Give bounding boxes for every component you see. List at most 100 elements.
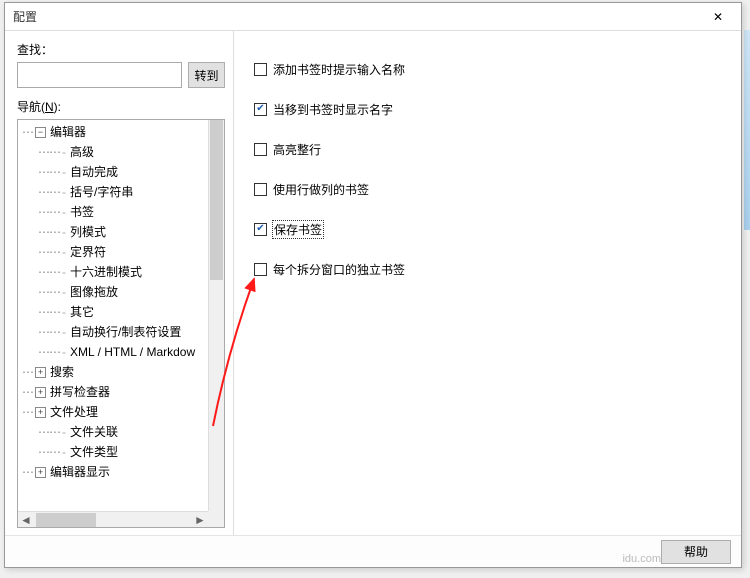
expand-icon[interactable]: + xyxy=(35,387,46,398)
option-o4[interactable]: 保存书签 xyxy=(254,219,721,239)
nav-label-prefix: 导航( xyxy=(17,100,45,114)
tree-item-label: 其它 xyxy=(70,302,94,322)
search-input[interactable] xyxy=(17,62,182,88)
nav-label-key: N xyxy=(45,100,54,114)
tree-guide: ⋯ xyxy=(22,122,33,142)
tree-item[interactable]: ⋯⋯-自动换行/制表符设置 xyxy=(18,322,208,342)
tree-item-label: 编辑器 xyxy=(50,122,86,142)
tree-guide: ⋯ xyxy=(22,462,33,482)
tree-item[interactable]: ⋯⋯-括号/字符串 xyxy=(18,182,208,202)
tree-item[interactable]: ⋯⋯-图像拖放 xyxy=(18,282,208,302)
tree-guide: ⋯⋯ xyxy=(38,242,60,262)
vertical-scroll-thumb[interactable] xyxy=(210,120,223,280)
tree-guide: ⋯⋯ xyxy=(38,162,60,182)
tree-guide: ⋯⋯ xyxy=(38,322,60,342)
tree-item[interactable]: ⋯⋯-书签 xyxy=(18,202,208,222)
tree-item[interactable]: ⋯+ 拼写检查器 xyxy=(18,382,208,402)
expand-icon[interactable]: + xyxy=(35,367,46,378)
scroll-left-icon[interactable]: ◄ xyxy=(18,513,34,527)
tree-item[interactable]: ⋯⋯-十六进制模式 xyxy=(18,262,208,282)
tree-item[interactable]: ⋯+ 搜索 xyxy=(18,362,208,382)
tree-item-label: 文件处理 xyxy=(50,402,98,422)
nav-tree[interactable]: ⋯−编辑器⋯⋯-高级⋯⋯-自动完成⋯⋯-括号/字符串⋯⋯-书签⋯⋯-列模式⋯⋯-… xyxy=(18,120,208,511)
right-panel: 添加书签时提示输入名称当移到书签时显示名字高亮整行使用行做列的书签保存书签每个拆… xyxy=(233,31,741,536)
go-button[interactable]: 转到 xyxy=(188,62,225,88)
horizontal-scrollbar[interactable]: ◄ ► xyxy=(18,511,208,527)
collapse-icon[interactable]: − xyxy=(35,127,46,138)
horizontal-scroll-thumb[interactable] xyxy=(36,513,96,527)
scroll-right-icon[interactable]: ► xyxy=(192,513,208,527)
checkbox[interactable] xyxy=(254,223,267,236)
tree-item[interactable]: ⋯⋯-定界符 xyxy=(18,242,208,262)
tree-guide: ⋯ xyxy=(22,362,33,382)
tree-guide: ⋯ xyxy=(22,402,33,422)
option-o3[interactable]: 使用行做列的书签 xyxy=(254,179,721,199)
nav-label: 导航(N): xyxy=(17,98,225,115)
expand-icon[interactable]: + xyxy=(35,407,46,418)
dialog-body: 查找： 转到 导航(N): ⋯−编辑器⋯⋯-高级⋯⋯-自动完成⋯⋯-括号/字符串… xyxy=(5,31,741,536)
scroll-corner xyxy=(208,511,224,527)
vertical-scrollbar[interactable] xyxy=(208,120,224,511)
expand-icon[interactable]: + xyxy=(35,467,46,478)
tree-item-label: 括号/字符串 xyxy=(70,182,133,202)
left-panel: 查找： 转到 导航(N): ⋯−编辑器⋯⋯-高级⋯⋯-自动完成⋯⋯-括号/字符串… xyxy=(5,31,233,536)
tree-guide: ⋯⋯ xyxy=(38,202,60,222)
watermark-text: idu.com xyxy=(622,553,661,565)
option-label: 使用行做列的书签 xyxy=(273,181,369,198)
checkbox[interactable] xyxy=(254,63,267,76)
checkbox[interactable] xyxy=(254,103,267,116)
tree-item[interactable]: ⋯⋯-文件类型 xyxy=(18,442,208,462)
find-label: 查找： xyxy=(17,41,225,58)
tree-item-label: 列模式 xyxy=(70,222,106,242)
window-title: 配置 xyxy=(13,8,37,25)
tree-item[interactable]: ⋯⋯-自动完成 xyxy=(18,162,208,182)
close-button[interactable]: ✕ xyxy=(697,4,739,30)
tree-leaf-icon: - xyxy=(62,242,66,262)
titlebar: 配置 ✕ xyxy=(5,3,741,31)
option-label: 添加书签时提示输入名称 xyxy=(273,61,405,78)
tree-leaf-icon: - xyxy=(62,322,66,342)
tree-item[interactable]: ⋯⋯-高级 xyxy=(18,142,208,162)
tree-leaf-icon: - xyxy=(62,162,66,182)
tree-item[interactable]: ⋯⋯-列模式 xyxy=(18,222,208,242)
tree-leaf-icon: - xyxy=(62,442,66,462)
option-o1[interactable]: 当移到书签时显示名字 xyxy=(254,99,721,119)
tree-item[interactable]: ⋯⋯-其它 xyxy=(18,302,208,322)
tree-item-label: 书签 xyxy=(70,202,94,222)
find-row: 转到 xyxy=(17,62,225,88)
tree-item[interactable]: ⋯+ 编辑器显示 xyxy=(18,462,208,482)
tree-item-label: 编辑器显示 xyxy=(50,462,110,482)
tree-leaf-icon: - xyxy=(62,422,66,442)
tree-item-label: 拼写检查器 xyxy=(50,382,110,402)
tree-leaf-icon: - xyxy=(62,302,66,322)
tree-item[interactable]: ⋯⋯-XML / HTML / Markdow xyxy=(18,342,208,362)
checkbox[interactable] xyxy=(254,183,267,196)
option-label: 保存书签 xyxy=(273,221,323,238)
options-list: 添加书签时提示输入名称当移到书签时显示名字高亮整行使用行做列的书签保存书签每个拆… xyxy=(254,59,721,279)
tree-item-label: 搜索 xyxy=(50,362,74,382)
option-label: 高亮整行 xyxy=(273,141,321,158)
tree-guide: ⋯⋯ xyxy=(38,182,60,202)
option-o2[interactable]: 高亮整行 xyxy=(254,139,721,159)
tree-guide: ⋯⋯ xyxy=(38,222,60,242)
option-o0[interactable]: 添加书签时提示输入名称 xyxy=(254,59,721,79)
tree-item[interactable]: ⋯+ 文件处理 xyxy=(18,402,208,422)
tree-item-label: 文件关联 xyxy=(70,422,118,442)
config-dialog: 配置 ✕ 查找： 转到 导航(N): ⋯−编辑器⋯⋯-高级⋯⋯-自动完成⋯⋯-括… xyxy=(4,2,742,568)
tree-leaf-icon: - xyxy=(62,142,66,162)
tree-item-label: XML / HTML / Markdow xyxy=(70,342,195,362)
tree-item-label: 定界符 xyxy=(70,242,106,262)
tree-guide: ⋯ xyxy=(22,382,33,402)
option-o5[interactable]: 每个拆分窗口的独立书签 xyxy=(254,259,721,279)
tree-item[interactable]: ⋯⋯-文件关联 xyxy=(18,422,208,442)
tree-guide: ⋯⋯ xyxy=(38,282,60,302)
tree-guide: ⋯⋯ xyxy=(38,442,60,462)
tree-item[interactable]: ⋯−编辑器 xyxy=(18,122,208,142)
tree-guide: ⋯⋯ xyxy=(38,142,60,162)
tree-leaf-icon: - xyxy=(62,182,66,202)
checkbox[interactable] xyxy=(254,263,267,276)
tree-guide: ⋯⋯ xyxy=(38,422,60,442)
help-button[interactable]: 帮助 xyxy=(661,540,731,564)
checkbox[interactable] xyxy=(254,143,267,156)
dialog-footer: idu.com 帮助 xyxy=(5,535,741,567)
